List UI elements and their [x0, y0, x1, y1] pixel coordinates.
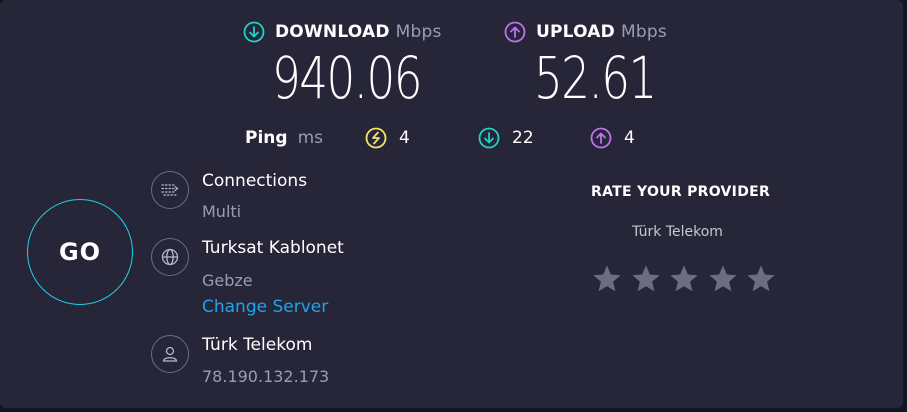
upload-unit: Mbps: [620, 22, 667, 42]
ping-label-group: Ping ms: [245, 126, 323, 150]
globe-icon: [151, 238, 189, 276]
star-1-icon[interactable]: [591, 263, 623, 295]
server-name: Turksat Kablonet: [202, 238, 344, 258]
star-4-icon[interactable]: [707, 263, 739, 295]
ping-idle-value: 4: [399, 128, 410, 148]
star-rating: [591, 263, 784, 295]
connections-mode: Multi: [202, 202, 242, 221]
download-unit: Mbps: [395, 22, 442, 42]
server-location: Gebze: [202, 271, 253, 290]
speedtest-panel: DOWNLOAD Mbps 940.06 UPLOAD Mbps 52.61 P…: [0, 0, 903, 408]
ping-download: 22: [478, 126, 534, 150]
ping-idle: 4: [365, 126, 410, 150]
ping-unit: ms: [297, 128, 323, 148]
rate-provider-name: Türk Telekom: [632, 224, 723, 240]
download-value: 940.06: [272, 44, 423, 112]
download-arrow-icon: [243, 21, 265, 43]
provider-ip: 78.190.132.173: [202, 367, 330, 386]
ping-label: Ping: [245, 128, 288, 148]
idle-latency-icon: [365, 127, 387, 149]
download-latency-icon: [478, 127, 500, 149]
connections-icon[interactable]: [151, 171, 189, 209]
connections-title: Connections: [202, 171, 308, 191]
ping-upload-value: 4: [624, 128, 635, 148]
star-2-icon[interactable]: [630, 263, 662, 295]
download-header: DOWNLOAD Mbps: [243, 20, 442, 44]
star-3-icon[interactable]: [668, 263, 700, 295]
ping-download-value: 22: [512, 128, 534, 148]
upload-arrow-icon: [504, 21, 526, 43]
upload-label: UPLOAD: [536, 22, 615, 42]
upload-value: 52.61: [534, 44, 657, 112]
ping-upload: 4: [590, 126, 635, 150]
go-button[interactable]: GO: [27, 199, 133, 305]
upload-latency-icon: [590, 127, 612, 149]
change-server-link[interactable]: Change Server: [202, 297, 328, 317]
provider-name: Türk Telekom: [202, 335, 313, 355]
star-5-icon[interactable]: [745, 263, 777, 295]
user-icon: [151, 335, 189, 373]
upload-header: UPLOAD Mbps: [504, 20, 667, 44]
download-label: DOWNLOAD: [275, 22, 390, 42]
rate-provider-title: RATE YOUR PROVIDER: [591, 184, 771, 200]
